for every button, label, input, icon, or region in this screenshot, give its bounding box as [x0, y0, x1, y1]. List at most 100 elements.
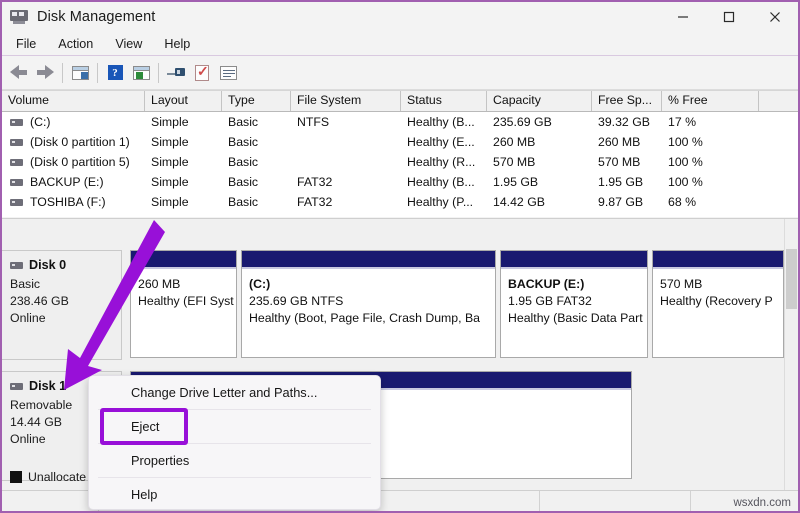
volume-cell: (C:): [2, 115, 145, 129]
context-menu-item-properties[interactable]: Properties: [89, 444, 380, 477]
column-header-type[interactable]: Type: [222, 91, 291, 111]
minimize-icon[interactable]: [660, 2, 706, 32]
volume-label: (C:): [30, 115, 51, 129]
partition-label: (C:): [249, 277, 271, 291]
menu-item-help[interactable]: Help: [153, 35, 201, 53]
table-row[interactable]: (C:) Simple Basic NTFS Healthy (B... 235…: [2, 112, 798, 132]
help-icon[interactable]: ?: [102, 60, 128, 86]
status-segment: [2, 491, 99, 511]
percent-free-cell: 100 %: [668, 175, 703, 189]
context-menu-item-help[interactable]: Help: [89, 478, 380, 509]
table-row[interactable]: BACKUP (E:) Simple Basic FAT32 Healthy (…: [2, 172, 798, 192]
table-row[interactable]: (Disk 0 partition 1) Simple Basic Health…: [2, 132, 798, 152]
column-header-file-system[interactable]: File System: [291, 91, 401, 111]
partition-efi[interactable]: 260 MB Healthy (EFI Syst: [130, 250, 237, 358]
disk-icon: [10, 382, 23, 390]
toolbar-separator: [97, 62, 98, 83]
volume-cell: BACKUP (E:): [2, 175, 145, 189]
volume-label: BACKUP (E:): [30, 175, 104, 189]
capacity-cell: 570 MB: [493, 155, 536, 169]
capacity-cell: 1.95 GB: [493, 175, 539, 189]
file-system-cell: FAT32: [297, 175, 333, 189]
window-controls: [660, 2, 798, 32]
menu-bar: File Action View Help: [2, 32, 798, 56]
volume-list: Volume Layout Type File System Status Ca…: [2, 90, 798, 217]
partition-c[interactable]: (C:) 235.69 GB NTFS Healthy (Boot, Page …: [241, 250, 496, 358]
column-header-layout[interactable]: Layout: [145, 91, 222, 111]
partition-status: Healthy (Basic Data Part: [508, 311, 643, 325]
column-header-spacer[interactable]: [759, 91, 798, 111]
graphical-view-scrollbar[interactable]: [784, 219, 798, 492]
checklist-icon[interactable]: [189, 60, 215, 86]
context-menu-item-change-drive-letter[interactable]: Change Drive Letter and Paths...: [89, 376, 380, 409]
percent-free-cell: 68 %: [668, 195, 697, 209]
volume-list-header: Volume Layout Type File System Status Ca…: [2, 90, 798, 112]
back-icon[interactable]: [6, 60, 32, 86]
volume-cell: (Disk 0 partition 1): [2, 135, 145, 149]
percent-free-cell: 17 %: [668, 115, 697, 129]
partition-size: 1.95 GB FAT32: [508, 294, 592, 308]
maximize-icon[interactable]: [706, 2, 752, 32]
status-cell: Healthy (E...: [407, 135, 475, 149]
show-hide-console-tree-icon[interactable]: [67, 60, 93, 86]
volume-label: (Disk 0 partition 1): [30, 135, 130, 149]
capacity-cell: 235.69 GB: [493, 115, 552, 129]
status-segment: [540, 491, 691, 511]
partition-status: Healthy (Recovery P: [660, 294, 773, 308]
partition-status: Healthy (Boot, Page File, Crash Dump, Ba: [249, 311, 481, 325]
disk-management-window: Disk Management File Action View Help ? …: [0, 0, 800, 513]
disk-info-disk-0[interactable]: Disk 0 Basic 238.46 GB Online: [2, 250, 122, 360]
drive-icon: [10, 158, 23, 166]
partition-recovery[interactable]: 570 MB Healthy (Recovery P: [652, 250, 784, 358]
list-view-icon[interactable]: [215, 60, 241, 86]
status-cell: Healthy (P...: [407, 195, 474, 209]
disk-name: Disk 0: [29, 258, 67, 272]
menu-item-action[interactable]: Action: [47, 35, 104, 53]
column-header-percent-free[interactable]: % Free: [662, 91, 759, 111]
percent-free-cell: 100 %: [668, 155, 703, 169]
properties-window-icon[interactable]: [128, 60, 154, 86]
partition-label: BACKUP (E:): [508, 277, 585, 291]
percent-free-cell: 100 %: [668, 135, 703, 149]
partition-usage-bar: [242, 251, 495, 269]
type-cell: Basic: [228, 135, 259, 149]
table-row[interactable]: (Disk 0 partition 5) Simple Basic Health…: [2, 152, 798, 172]
legend-unallocated: Unallocate: [10, 470, 86, 484]
capacity-cell: 14.42 GB: [493, 195, 545, 209]
type-cell: Basic: [228, 175, 259, 189]
context-menu-item-eject[interactable]: Eject: [89, 410, 380, 443]
scrollbar-thumb[interactable]: [786, 249, 797, 309]
column-header-status[interactable]: Status: [401, 91, 487, 111]
free-space-cell: 39.32 GB: [598, 115, 650, 129]
type-cell: Basic: [228, 115, 259, 129]
close-icon[interactable]: [752, 2, 798, 32]
disk-type: Basic: [10, 277, 41, 291]
disk-row-disk-0[interactable]: Disk 0 Basic 238.46 GB Online 260 MB Hea…: [2, 250, 788, 360]
menu-item-view[interactable]: View: [104, 35, 153, 53]
drive-icon: [10, 178, 23, 186]
partition-backup-e[interactable]: BACKUP (E:) 1.95 GB FAT32 Healthy (Basic…: [500, 250, 648, 358]
column-header-free-space[interactable]: Free Sp...: [592, 91, 662, 111]
toolbar-separator: [158, 62, 159, 83]
file-system-cell: FAT32: [297, 195, 333, 209]
layout-cell: Simple: [151, 135, 189, 149]
type-cell: Basic: [228, 155, 259, 169]
column-header-capacity[interactable]: Capacity: [487, 91, 592, 111]
title-bar: Disk Management: [2, 2, 798, 32]
volume-cell: (Disk 0 partition 5): [2, 155, 145, 169]
status-cell: Healthy (R...: [407, 155, 476, 169]
partition-size: 235.69 GB NTFS: [249, 294, 344, 308]
context-menu: Change Drive Letter and Paths... Eject P…: [88, 375, 381, 510]
disk-title: Disk 0: [10, 258, 121, 272]
watermark: wsxdn.com: [733, 497, 791, 509]
free-space-cell: 1.95 GB: [598, 175, 644, 189]
menu-item-file[interactable]: File: [5, 35, 47, 53]
window-title: Disk Management: [37, 9, 156, 25]
forward-icon[interactable]: [32, 60, 58, 86]
rescan-disks-icon[interactable]: [163, 60, 189, 86]
volume-cell: TOSHIBA (F:): [2, 195, 145, 209]
disk-state: Online: [10, 311, 46, 325]
column-header-volume[interactable]: Volume: [2, 91, 145, 111]
volume-label: (Disk 0 partition 5): [30, 155, 130, 169]
table-row[interactable]: TOSHIBA (F:) Simple Basic FAT32 Healthy …: [2, 192, 798, 212]
